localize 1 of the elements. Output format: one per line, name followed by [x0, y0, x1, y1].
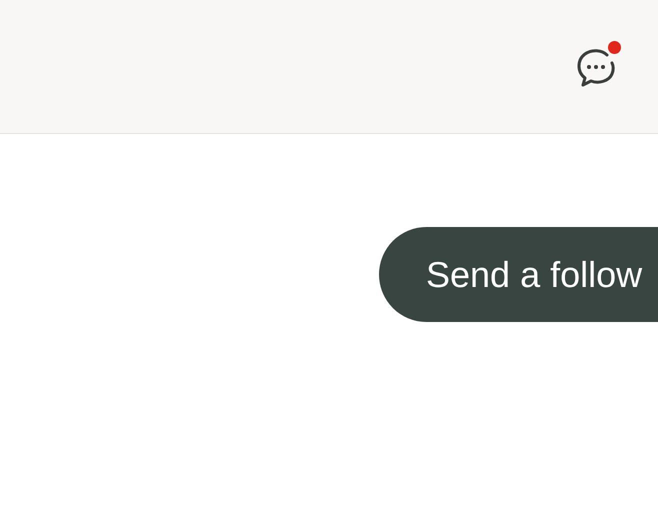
send-follow-up-button[interactable]: Send a follow [379, 227, 658, 322]
